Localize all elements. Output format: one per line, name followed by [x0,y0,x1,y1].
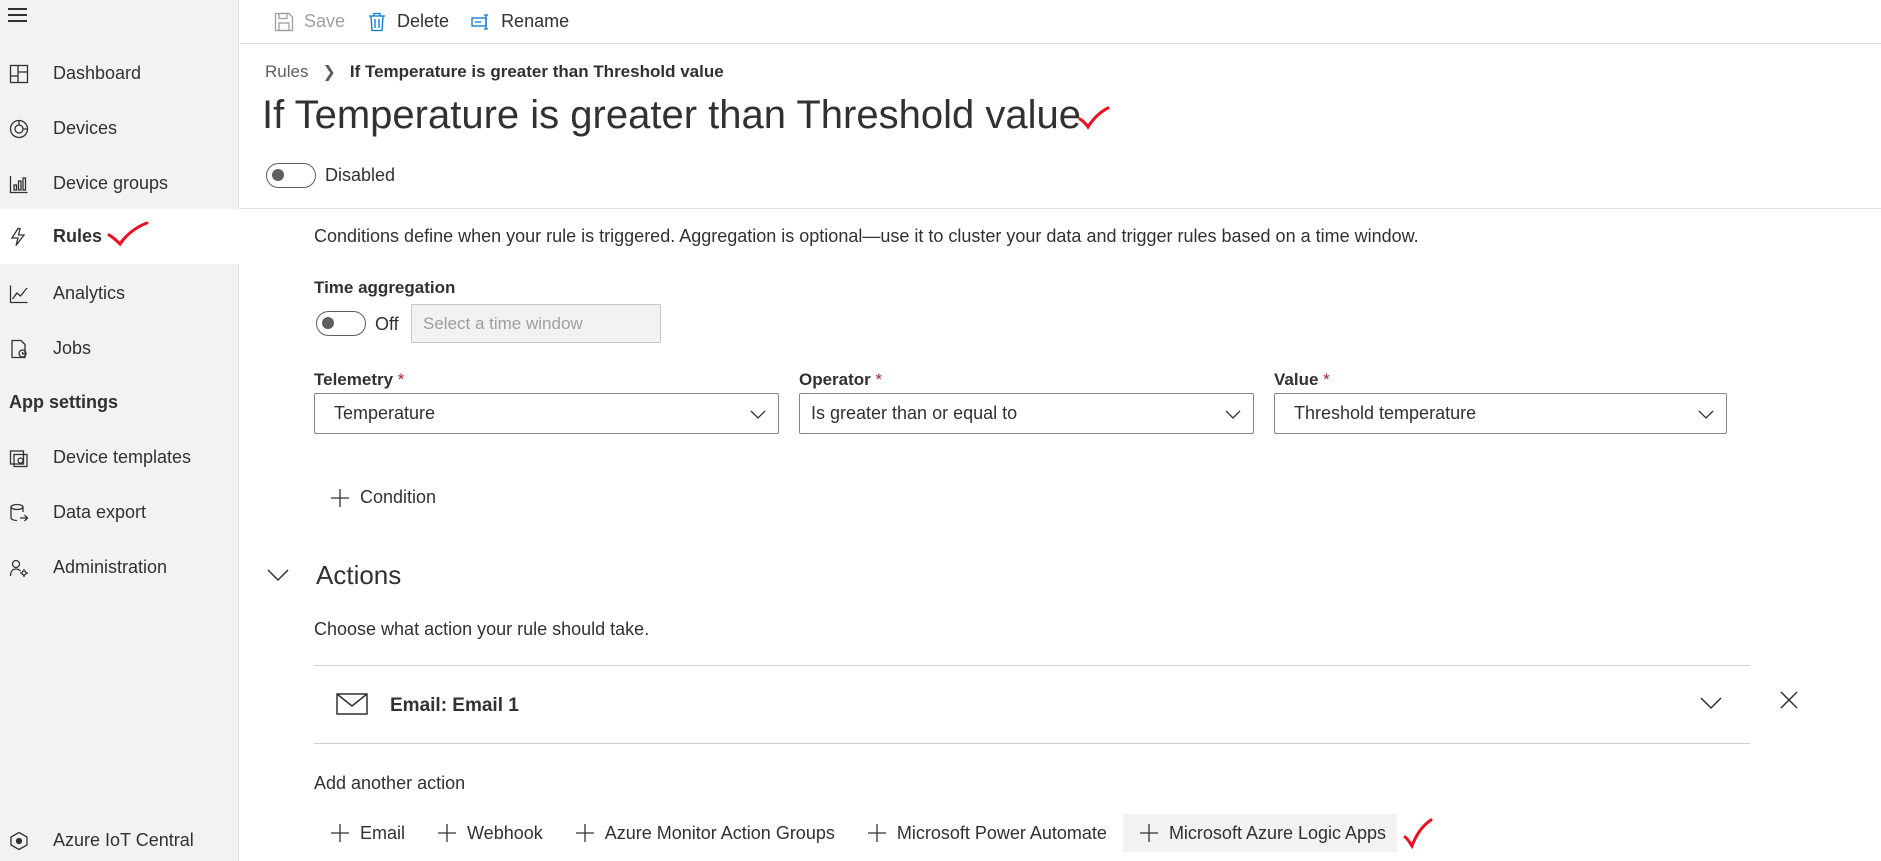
add-action-label: Email [360,822,406,843]
command-bar: Save Delete Rename [240,0,1881,44]
time-window-select[interactable]: Select a time window [411,304,661,343]
rename-button[interactable]: Rename [471,11,569,32]
sidebar-item-label: Administration [53,557,168,577]
annotation-checkmark-icon [1403,818,1433,849]
time-aggregation-toggle[interactable] [316,311,366,336]
add-condition-button[interactable]: Condition [330,487,436,508]
plus-icon [438,824,457,842]
sidebar-item-dashboard[interactable]: Dashboard [0,46,239,101]
conditions-description: Conditions define when your rule is trig… [314,226,1419,246]
action-item-label: Email: Email 1 [390,695,519,716]
hamburger-menu-icon[interactable] [8,8,28,26]
delete-button[interactable]: Delete [367,11,449,32]
header-divider [240,208,1881,209]
add-azure-monitor-action-button[interactable]: Azure Monitor Action Groups [559,814,846,852]
actions-description: Choose what action your rule should take… [314,619,650,639]
jobs-icon [8,338,30,360]
chevron-down-icon [750,410,766,419]
operator-label: Operator * [799,370,883,389]
operator-value: Is greater than or equal to [811,403,1018,423]
device-templates-icon [8,447,30,469]
rename-icon [471,13,489,30]
actions-collapse-chevron-icon[interactable] [267,567,289,583]
value-label: Value * [1274,370,1330,389]
close-icon[interactable] [1780,691,1798,709]
telemetry-value: Temperature [334,403,436,423]
add-action-buttons: Email Webhook Azure Monitor Action Group… [314,814,1434,852]
plus-icon [331,824,349,842]
sidebar-item-label: Device templates [53,447,192,467]
add-action-label: Microsoft Azure Logic Apps [1168,822,1387,843]
plus-icon [575,824,594,842]
add-action-label: Microsoft Power Automate [896,822,1107,843]
sidebar-item-jobs[interactable]: Jobs [0,321,239,376]
add-condition-label: Condition [360,487,437,507]
annotation-checkmark-icon [107,221,149,247]
breadcrumb-rules-link[interactable]: Rules [265,62,308,82]
add-another-action-label: Add another action [314,773,466,793]
sidebar-item-data-export[interactable]: Data export [0,485,239,540]
breadcrumb-current: If Temperature is greater than Threshold… [349,62,724,81]
devices-icon [8,118,30,140]
add-power-automate-action-button[interactable]: Microsoft Power Automate [851,814,1118,852]
value-value: Threshold temperature [1294,403,1477,423]
trash-icon [369,12,386,31]
sidebar-item-label: Device groups [53,173,169,193]
value-dropdown[interactable]: Threshold temperature [1274,393,1727,434]
plus-icon [331,488,349,507]
sidebar-item-label: Jobs [53,338,92,358]
rules-icon [8,226,30,248]
sidebar-item-rules[interactable]: Rules [0,209,239,264]
sidebar-item-label: Rules [53,226,103,246]
mail-icon [336,693,368,715]
time-aggregation-label: Time aggregation [314,278,456,297]
add-webhook-action-button[interactable]: Webhook [421,814,554,852]
sidebar-item-device-groups[interactable]: Device groups [0,156,239,211]
sidebar-item-label: Devices [53,118,118,138]
app-settings-heading: App settings [9,392,119,412]
sidebar-item-label: Dashboard [53,63,142,83]
operator-dropdown[interactable]: Is greater than or equal to [799,393,1254,434]
add-action-label: Azure Monitor Action Groups [604,822,835,843]
plus-icon [1139,824,1158,842]
azure-iot-central-icon [8,830,30,852]
administration-icon [8,557,30,579]
sidebar-item-device-templates[interactable]: Device templates [0,430,239,485]
rule-enabled-toggle[interactable] [266,163,316,188]
telemetry-dropdown[interactable]: Temperature [314,393,779,434]
device-groups-icon [8,173,30,195]
sidebar-item-azure-iot-central[interactable]: Azure IoT Central [0,818,239,861]
dashboard-icon [8,63,30,85]
save-button[interactable]: Save [274,11,345,32]
chevron-down-icon [1225,410,1241,419]
sidebar-item-administration[interactable]: Administration [0,540,239,595]
breadcrumb: Rules ❯ If Temperature is greater than T… [265,62,724,82]
save-icon [274,12,294,31]
analytics-icon [8,283,30,305]
plus-icon [867,824,886,842]
add-action-label: Webhook [467,822,543,843]
chevron-down-icon [1698,410,1714,419]
sidebar-footer-label: Azure IoT Central [53,830,194,850]
chevron-down-icon[interactable] [1700,696,1722,710]
save-label: Save [304,11,346,31]
annotation-checkmark-icon [1078,106,1110,130]
chevron-right-icon: ❯ [322,64,336,81]
sidebar-item-analytics[interactable]: Analytics [0,266,239,321]
add-email-action-button[interactable]: Email [314,814,416,852]
delete-label: Delete [397,11,450,31]
data-export-icon [8,502,30,524]
time-aggregation-state: Off [375,314,399,334]
telemetry-label: Telemetry * [314,370,405,389]
add-logic-apps-action-button[interactable]: Microsoft Azure Logic Apps [1122,814,1398,852]
action-item-email-1[interactable]: Email: Email 1 [314,665,1750,744]
sidebar: Dashboard Devices Device groups Rules An… [0,0,239,861]
rule-status-label: Disabled [325,165,396,185]
sidebar-item-label: Data export [53,502,147,522]
actions-heading: Actions [316,560,402,590]
page-title: If Temperature is greater than Threshold… [262,93,1081,137]
sidebar-item-label: Analytics [53,283,126,303]
rename-label: Rename [501,11,570,31]
sidebar-item-devices[interactable]: Devices [0,101,239,156]
